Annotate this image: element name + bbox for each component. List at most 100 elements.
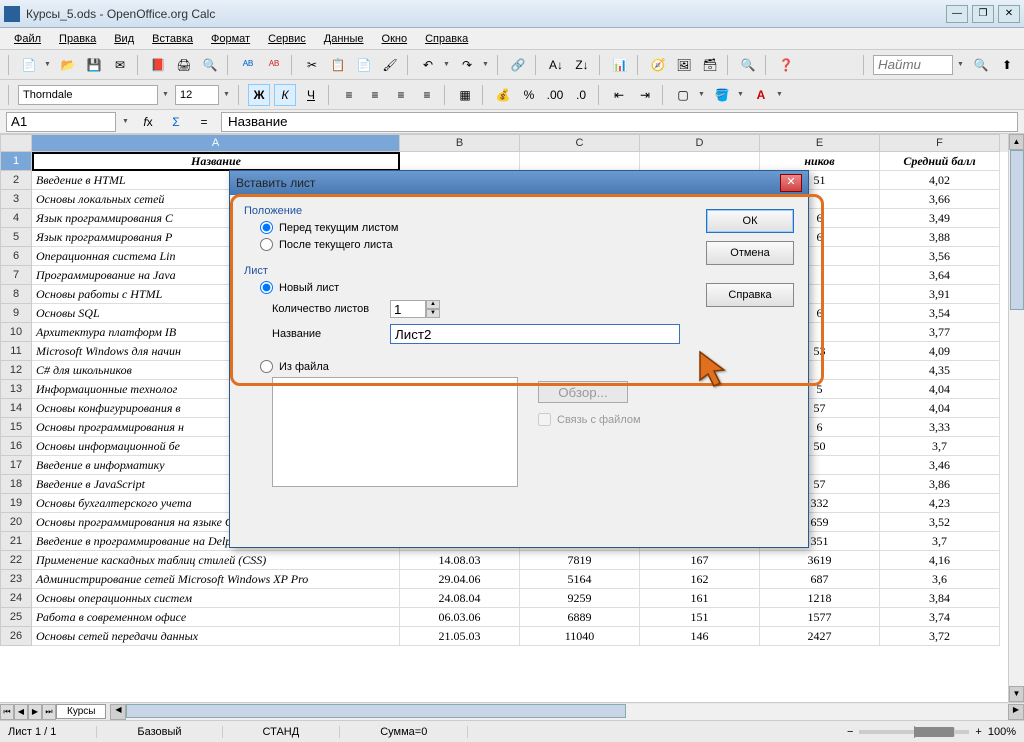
zoom-value[interactable]: 100% <box>988 726 1016 738</box>
cell[interactable]: 3,64 <box>880 266 1000 285</box>
cell[interactable]: 4,35 <box>880 361 1000 380</box>
decimal-add-icon[interactable]: .00 <box>544 84 566 106</box>
row-header[interactable]: 20 <box>0 513 32 532</box>
gallery-icon[interactable]: 🖼 <box>673 54 695 76</box>
cell-F1[interactable]: Средний балл <box>880 152 1000 171</box>
cell[interactable]: 3,49 <box>880 209 1000 228</box>
redo-icon[interactable]: ↷ <box>456 54 478 76</box>
cell[interactable]: 7819 <box>520 551 640 570</box>
select-all-corner[interactable] <box>0 134 32 152</box>
cell[interactable]: 24.08.04 <box>400 589 520 608</box>
menu-format[interactable]: Формат <box>203 31 258 47</box>
cell[interactable]: 3,46 <box>880 456 1000 475</box>
cell[interactable]: 21.05.03 <box>400 627 520 646</box>
cell[interactable]: 167 <box>640 551 760 570</box>
row-header[interactable]: 15 <box>0 418 32 437</box>
tab-first-icon[interactable]: ⏮ <box>0 704 14 720</box>
print-icon[interactable]: 🖨 <box>173 54 195 76</box>
find-next-icon[interactable]: 🔍 <box>970 54 992 76</box>
vertical-scrollbar[interactable]: ▲ ▼ <box>1008 134 1024 702</box>
font-name-input[interactable] <box>18 85 158 105</box>
row-header[interactable]: 9 <box>0 304 32 323</box>
cell[interactable]: 3,77 <box>880 323 1000 342</box>
row-header[interactable]: 14 <box>0 399 32 418</box>
cell[interactable]: 3,54 <box>880 304 1000 323</box>
cell[interactable]: Основы операционных систем <box>32 589 400 608</box>
minimize-button[interactable]: — <box>946 5 968 23</box>
zoom-out-icon[interactable]: − <box>847 726 853 738</box>
sheet-count-input[interactable] <box>390 300 426 318</box>
cell[interactable]: 3,72 <box>880 627 1000 646</box>
email-icon[interactable]: ✉ <box>109 54 131 76</box>
sum-icon[interactable]: Σ <box>165 111 187 133</box>
open-icon[interactable]: 📂 <box>57 54 79 76</box>
font-size-input[interactable] <box>175 85 219 105</box>
cell[interactable]: 3,88 <box>880 228 1000 247</box>
cell[interactable]: Администрирование сетей Microsoft Window… <box>32 570 400 589</box>
cell[interactable]: Применение каскадных таблиц стилей (CSS) <box>32 551 400 570</box>
paste-icon[interactable]: 📄 <box>353 54 375 76</box>
formula-input[interactable] <box>221 112 1018 132</box>
dialog-titlebar[interactable]: Вставить лист ✕ <box>230 171 808 195</box>
row-header[interactable]: 3 <box>0 190 32 209</box>
scroll-down-icon[interactable]: ▼ <box>1009 686 1024 702</box>
maximize-button[interactable]: ❐ <box>972 5 994 23</box>
status-mode[interactable]: СТАНД <box>263 726 341 738</box>
row-header[interactable]: 10 <box>0 323 32 342</box>
row-header[interactable]: 25 <box>0 608 32 627</box>
align-right-icon[interactable]: ≡ <box>390 84 412 106</box>
menu-help[interactable]: Справка <box>417 31 476 47</box>
dialog-close-button[interactable]: ✕ <box>780 174 802 192</box>
currency-icon[interactable]: 💰 <box>492 84 514 106</box>
row-header[interactable]: 11 <box>0 342 32 361</box>
col-header-A[interactable]: A <box>32 134 400 152</box>
cell[interactable]: 162 <box>640 570 760 589</box>
merge-cells-icon[interactable]: ▦ <box>454 84 476 106</box>
tab-last-icon[interactable]: ⏭ <box>42 704 56 720</box>
menu-data[interactable]: Данные <box>316 31 372 47</box>
indent-increase-icon[interactable]: ⇥ <box>634 84 656 106</box>
autospell-icon[interactable]: ᴬᴮ <box>263 54 285 76</box>
cell[interactable]: 3,7 <box>880 437 1000 456</box>
col-header-F[interactable]: F <box>880 134 1000 152</box>
cell[interactable]: 4,23 <box>880 494 1000 513</box>
row-header[interactable]: 7 <box>0 266 32 285</box>
cell[interactable]: 3,74 <box>880 608 1000 627</box>
menu-view[interactable]: Вид <box>106 31 142 47</box>
cell-A1[interactable]: Название <box>32 152 400 171</box>
zoom-slider[interactable] <box>859 730 969 734</box>
horizontal-scrollbar[interactable]: ◀ ▶ <box>110 704 1024 720</box>
row-header[interactable]: 13 <box>0 380 32 399</box>
undo-icon[interactable]: ↶ <box>417 54 439 76</box>
cell-B1[interactable] <box>400 152 520 171</box>
preview-icon[interactable]: 🔍 <box>199 54 221 76</box>
align-center-icon[interactable]: ≡ <box>364 84 386 106</box>
cell[interactable]: 687 <box>760 570 880 589</box>
status-sum[interactable]: Сумма=0 <box>380 726 468 738</box>
cell[interactable]: 3619 <box>760 551 880 570</box>
radio-from-file[interactable]: Из файла <box>260 360 794 373</box>
radio-new-input[interactable] <box>260 281 273 294</box>
scroll-thumb[interactable] <box>1010 150 1024 310</box>
cell[interactable]: 5164 <box>520 570 640 589</box>
sort-asc-icon[interactable]: A↓ <box>545 54 567 76</box>
row-header[interactable]: 17 <box>0 456 32 475</box>
cancel-button[interactable]: Отмена <box>706 241 794 265</box>
radio-file-input[interactable] <box>260 360 273 373</box>
cell[interactable]: 4,16 <box>880 551 1000 570</box>
row-header-1[interactable]: 1 <box>0 152 32 171</box>
scroll-right-icon[interactable]: ▶ <box>1008 704 1024 720</box>
cell[interactable]: 1577 <box>760 608 880 627</box>
indent-decrease-icon[interactable]: ⇤ <box>608 84 630 106</box>
col-header-B[interactable]: B <box>400 134 520 152</box>
h-scroll-thumb[interactable] <box>126 704 626 718</box>
cut-icon[interactable]: ✂ <box>301 54 323 76</box>
row-header[interactable]: 21 <box>0 532 32 551</box>
cell[interactable]: 3,33 <box>880 418 1000 437</box>
sheet-name-input[interactable] <box>390 324 680 344</box>
cell[interactable]: 3,6 <box>880 570 1000 589</box>
find-prev-icon[interactable]: ⬆ <box>996 54 1018 76</box>
navigator-icon[interactable]: 🧭 <box>647 54 669 76</box>
cell[interactable]: 3,84 <box>880 589 1000 608</box>
save-icon[interactable]: 💾 <box>83 54 105 76</box>
